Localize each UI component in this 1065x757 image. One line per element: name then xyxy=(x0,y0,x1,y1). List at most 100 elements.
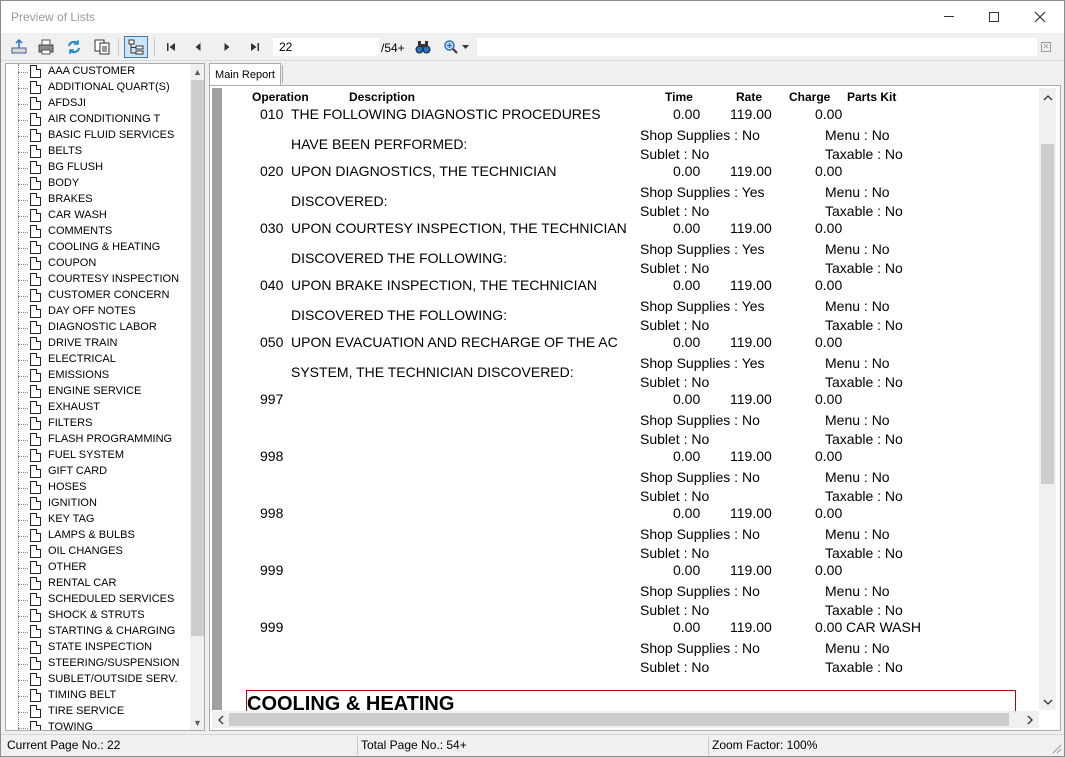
document-icon xyxy=(30,65,41,78)
tree-connector xyxy=(18,232,28,233)
zoom-dropdown[interactable] xyxy=(441,37,471,57)
scroll-up-icon[interactable]: ▲ xyxy=(190,64,204,79)
tree-item[interactable]: COURTESY INSPECTION xyxy=(6,272,191,288)
scroll-down-icon[interactable]: ▼ xyxy=(190,715,204,730)
tree-item[interactable]: COUPON xyxy=(6,256,191,272)
tree-item[interactable]: SUBLET/OUTSIDE SERV. xyxy=(6,672,191,688)
prev-page-button[interactable] xyxy=(188,37,208,57)
tree-item[interactable]: EXHAUST xyxy=(6,400,191,416)
tree-item[interactable]: GIFT CARD xyxy=(6,464,191,480)
scroll-right-icon[interactable] xyxy=(1022,712,1037,727)
document-icon xyxy=(30,593,41,606)
tree-connector xyxy=(18,600,28,601)
description-line-1: THE FOLLOWING DIAGNOSTIC PROCEDURES xyxy=(291,106,601,122)
report-horizontal-scrollbar[interactable] xyxy=(212,711,1039,728)
copy-button[interactable] xyxy=(92,37,112,57)
tree-item[interactable]: COOLING & HEATING xyxy=(6,240,191,256)
toolbar-close-button[interactable]: ✕ xyxy=(1041,42,1051,52)
find-button[interactable] xyxy=(413,37,433,57)
report-vertical-thumb[interactable] xyxy=(1041,144,1054,484)
document-icon xyxy=(30,529,41,542)
document-icon xyxy=(30,497,41,510)
tree-view-toggle[interactable] xyxy=(124,36,148,58)
export-button[interactable] xyxy=(9,37,29,57)
scroll-down-icon[interactable] xyxy=(1040,694,1055,709)
tree-item-label: COMMENTS xyxy=(48,225,113,237)
tree-connector xyxy=(18,200,28,201)
tree-item[interactable]: KEY TAG xyxy=(6,512,191,528)
sublet-flag: Sublet : No xyxy=(640,545,710,561)
tree-item[interactable]: STATE INSPECTION xyxy=(6,640,191,656)
report-vertical-scrollbar[interactable] xyxy=(1039,88,1056,710)
time-value: 0.00 xyxy=(673,505,701,521)
tree-item[interactable]: AIR CONDITIONING T xyxy=(6,112,191,128)
minimize-button[interactable] xyxy=(926,1,972,32)
last-page-button[interactable] xyxy=(245,37,265,57)
tree-item[interactable]: LAMPS & BULBS xyxy=(6,528,191,544)
print-button[interactable] xyxy=(36,37,56,57)
document-icon xyxy=(30,337,41,350)
tree-item[interactable]: ELECTRICAL xyxy=(6,352,191,368)
first-page-button[interactable] xyxy=(161,37,181,57)
tree-scrollbar[interactable]: ▲ ▼ xyxy=(190,64,204,730)
resize-grip-icon[interactable] xyxy=(1052,744,1062,754)
tree-scrollbar-thumb[interactable] xyxy=(191,80,204,636)
tree-item[interactable]: RENTAL CAR xyxy=(6,576,191,592)
tree-item[interactable]: ADDITIONAL QUART(S) xyxy=(6,80,191,96)
tree-item[interactable]: OIL CHANGES xyxy=(6,544,191,560)
tree-connector xyxy=(18,408,28,409)
tree-item[interactable]: DIAGNOSTIC LABOR xyxy=(6,320,191,336)
tree-item[interactable]: CUSTOMER CONCERN xyxy=(6,288,191,304)
tree-item[interactable]: DAY OFF NOTES xyxy=(6,304,191,320)
tree-item[interactable]: AAA CUSTOMER xyxy=(6,64,191,80)
menu-flag: Menu : No xyxy=(825,355,890,371)
rate-value: 119.00 xyxy=(730,562,772,578)
sublet-flag: Sublet : No xyxy=(640,431,710,447)
scroll-up-icon[interactable] xyxy=(1040,90,1055,105)
scroll-left-icon[interactable] xyxy=(213,712,228,727)
refresh-button[interactable] xyxy=(64,37,84,57)
tree-item[interactable]: BASIC FLUID SERVICES xyxy=(6,128,191,144)
document-icon xyxy=(30,321,41,334)
tree-item[interactable]: TOWING xyxy=(6,720,191,730)
report-viewer: Operation Description Time Rate Charge P… xyxy=(209,85,1061,731)
tree-item[interactable]: FLASH PROGRAMMING xyxy=(6,432,191,448)
tree-item[interactable]: FUEL SYSTEM xyxy=(6,448,191,464)
next-page-button[interactable] xyxy=(217,37,237,57)
tree-item[interactable]: AFDSJI xyxy=(6,96,191,112)
tree-connector xyxy=(18,392,28,393)
page-number-input[interactable] xyxy=(273,38,379,56)
document-icon xyxy=(30,257,41,270)
report-horizontal-thumb[interactable] xyxy=(229,713,1009,726)
tree-item[interactable]: BODY xyxy=(6,176,191,192)
tree-item[interactable]: STARTING & CHARGING xyxy=(6,624,191,640)
close-button[interactable] xyxy=(1017,1,1063,32)
tree-item[interactable]: FILTERS xyxy=(6,416,191,432)
toolbar: /54+ ✕ xyxy=(1,33,1064,61)
window-title: Preview of Lists xyxy=(11,10,96,24)
tree-item[interactable]: BRAKES xyxy=(6,192,191,208)
tree-item[interactable]: ENGINE SERVICE xyxy=(6,384,191,400)
tree-item[interactable]: SCHEDULED SERVICES xyxy=(6,592,191,608)
tree-item[interactable]: HOSES xyxy=(6,480,191,496)
tree-item[interactable]: EMISSIONS xyxy=(6,368,191,384)
tree-item[interactable]: TIMING BELT xyxy=(6,688,191,704)
tree-item[interactable]: CAR WASH xyxy=(6,208,191,224)
tree-item[interactable]: SHOCK & STRUTS xyxy=(6,608,191,624)
document-icon xyxy=(30,577,41,590)
document-icon xyxy=(30,641,41,654)
tree-item[interactable]: BG FLUSH xyxy=(6,160,191,176)
tree-item[interactable]: BELTS xyxy=(6,144,191,160)
tree-item[interactable]: OTHER xyxy=(6,560,191,576)
tree-item[interactable]: DRIVE TRAIN xyxy=(6,336,191,352)
sublet-flag: Sublet : No xyxy=(640,203,710,219)
tree-item-label: TIMING BELT xyxy=(48,689,117,701)
tree-item[interactable]: STEERING/SUSPENSION xyxy=(6,656,191,672)
tree-item-label: FILTERS xyxy=(48,417,93,429)
tab-main-report[interactable]: Main Report xyxy=(209,63,281,85)
minimize-icon xyxy=(944,16,954,17)
tree-item[interactable]: TIRE SERVICE xyxy=(6,704,191,720)
maximize-button[interactable] xyxy=(971,1,1017,32)
tree-item[interactable]: COMMENTS xyxy=(6,224,191,240)
tree-item[interactable]: IGNITION xyxy=(6,496,191,512)
